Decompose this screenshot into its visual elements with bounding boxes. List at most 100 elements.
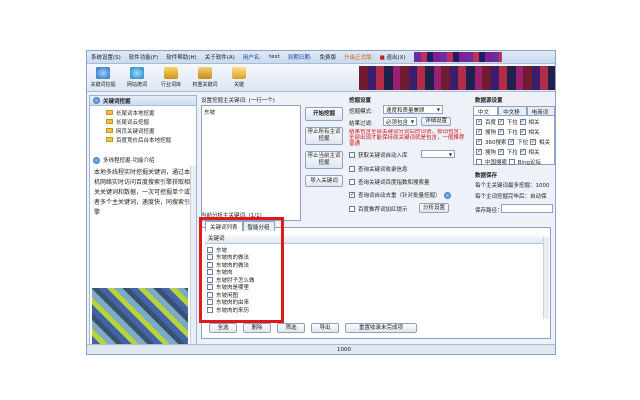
tree-item-webpage[interactable]: 网页关键词挖掘 [106, 126, 196, 135]
globe-icon [93, 97, 100, 104]
section-title: 多线程挖掘-功能介绍 [93, 156, 155, 164]
seed-label: 设置挖掘主关键词: (一行一个) [201, 98, 275, 104]
import-keywords-button[interactable]: 导入关键词 [305, 175, 343, 187]
reset-incomplete-button[interactable]: 重置收录未完成项 [345, 323, 417, 333]
left-scrollbar[interactable] [190, 166, 196, 344]
option-baidu-index[interactable]: 查询关键词百度指数和搜索量 [349, 178, 430, 186]
source-row: 360搜索 下拉 相关 [476, 138, 550, 146]
checkbox[interactable] [349, 179, 355, 185]
toolbar-label: 关键 [233, 82, 244, 88]
section-title-text: 多线程挖掘-功能介绍 [103, 158, 155, 164]
menu-about[interactable]: 关于软件(A) [205, 53, 235, 61]
exit-menu[interactable]: ■ 退出(X) [380, 53, 406, 61]
checkbox[interactable] [476, 159, 482, 165]
results-scrollbar[interactable] [543, 237, 549, 319]
exit-label: 退出(X) [386, 55, 406, 61]
checkbox-checked[interactable] [497, 128, 504, 135]
filter-button[interactable]: 筛选 [277, 323, 305, 333]
stop-all-button[interactable]: 停止所有主词挖掘 [305, 127, 343, 145]
source-label: 360搜索 [485, 140, 507, 146]
exit-icon: ■ [379, 55, 385, 61]
blurred-ad-image [92, 288, 188, 344]
seed-textarea[interactable]: 东坡 [201, 105, 301, 221]
checkbox-checked[interactable] [519, 148, 526, 155]
source-label: 相关 [528, 120, 540, 126]
checkbox[interactable] [508, 159, 515, 165]
checkbox-checked[interactable] [497, 148, 504, 155]
auto-save-select[interactable]: ▼ [421, 150, 455, 158]
checkbox-checked[interactable] [508, 138, 514, 145]
key-icon [232, 67, 246, 79]
feature-description: 本地多线程实时挖掘关键词，通过本机网络实时访问百度搜索引擎获取相关关键词和数据，… [94, 169, 191, 216]
toolbar-keyword-mining-button[interactable]: 关键词挖掘 [89, 66, 117, 90]
help-icon[interactable] [443, 191, 451, 199]
tree-item-baidu[interactable]: 百度竞价后台本地挖掘 [106, 135, 196, 144]
folder-icon [106, 137, 113, 142]
toolbar-more-button[interactable]: 关键 [225, 66, 253, 90]
tree-item-local[interactable]: 长尾词本地挖掘 [106, 108, 196, 117]
option-highlight[interactable]: 百度推荐词加红提示 [349, 205, 408, 213]
toolbar-site-crawl-button[interactable]: 网站爬词 [123, 66, 151, 90]
option-dedupe[interactable]: 查询词自动去重（针对批量挖掘） [349, 191, 451, 199]
datasave-after: 每个主词挖掘完毕后：自动保 [475, 194, 547, 200]
toolbar-weight-keyword-button[interactable]: 权重关键词 [191, 66, 219, 90]
datasave-path-label: 保存路径： [475, 208, 503, 214]
filter-value: 必须包含 [386, 119, 409, 126]
checkbox[interactable] [349, 152, 355, 158]
checkbox-checked[interactable] [519, 118, 526, 125]
filter-warning: 结果包含全部关键词分词后的词语，按词包含：全部出现才能保持原关键词就是包含，一般… [349, 129, 465, 147]
books-icon [164, 67, 178, 79]
checkbox-checked[interactable] [476, 128, 482, 135]
toolbar: 关键词挖掘 网站爬词 行业词库 权重关键词 关键 [87, 64, 555, 92]
chevron-down-icon: ▼ [410, 119, 414, 124]
select-all-button[interactable]: 全选 [209, 323, 237, 333]
analysis-settings-button[interactable]: 分析设置 [419, 203, 449, 213]
menu-help[interactable]: 软件帮助(H) [166, 53, 196, 61]
toolbar-label: 权重关键词 [192, 82, 218, 88]
mode-select[interactable]: 速度和质量兼顾 ▼ [383, 105, 443, 114]
checkbox-checked[interactable] [530, 138, 536, 145]
source-label: 中国搜索 [485, 160, 508, 166]
menu-system[interactable]: 系统设置(S) [91, 53, 121, 61]
blurred-ad [359, 66, 555, 90]
checkbox-checked[interactable] [476, 118, 482, 125]
filter-select[interactable]: 必须包含 ▼ [383, 117, 417, 126]
seed-text: 东坡 [204, 110, 216, 116]
checkbox[interactable] [349, 206, 355, 212]
delete-button[interactable]: 删除 [243, 323, 271, 333]
start-mining-button[interactable]: 开始挖掘 [305, 107, 343, 121]
upgrade-link[interactable]: 升级正式版 [344, 53, 372, 61]
save-path-input[interactable] [501, 204, 553, 213]
source-row: 搜狗 下拉 相关 [476, 148, 540, 156]
username-label: 用户名: [242, 55, 262, 61]
chevron-down-icon: ▼ [436, 107, 440, 112]
checkbox-checked[interactable] [476, 138, 482, 145]
checkbox-checked[interactable] [519, 128, 526, 135]
app-window: 系统设置(S) 软件功能(F) 软件帮助(H) 关于软件(A) 用户名: tes… [86, 50, 556, 355]
checkbox-checked[interactable] [497, 118, 504, 125]
source-row: 百度 下拉 相关 [476, 118, 540, 126]
toolbar-label: 关键词挖掘 [90, 82, 116, 88]
option-index[interactable]: 查询关键词收录信息 [349, 165, 408, 173]
source-label: 下拉 [506, 150, 518, 156]
panel-header: 关键词挖掘 [90, 96, 196, 106]
export-button[interactable]: 导出 [311, 323, 339, 333]
checkbox[interactable] [349, 166, 355, 172]
mode-value: 速度和质量兼顾 [386, 107, 425, 114]
settings-title: 挖掘设置 [349, 98, 372, 104]
status-count: 1000 [337, 347, 351, 353]
menu-functions[interactable]: 软件功能(F) [129, 53, 158, 61]
toolbar-industry-lexicon-button[interactable]: 行业词库 [157, 66, 185, 90]
status-bar: 1000 [87, 344, 555, 354]
toolbar-label: 网站爬词 [126, 82, 147, 88]
tree-item-cloud[interactable]: 长尾词云挖掘 [106, 117, 196, 126]
datasave-max: 每个主关键词最多挖掘：1000 [475, 183, 550, 189]
checkbox-checked[interactable] [476, 148, 482, 155]
tree-label: 长尾词云挖掘 [116, 119, 150, 126]
left-panel: 关键词挖掘 长尾词本地挖掘 长尾词云挖掘 网页关键词挖掘 百度竞价后台本地挖掘 … [89, 95, 197, 345]
option-auto-save[interactable]: 获取关键词自动入库 [349, 151, 408, 159]
filter-detail-button[interactable]: 详细设置 [421, 117, 451, 126]
checkbox-checked[interactable] [349, 191, 355, 198]
option-label: 查询关键词收录信息 [358, 167, 408, 173]
stop-current-button[interactable]: 停止当前主词挖掘 [305, 151, 343, 169]
